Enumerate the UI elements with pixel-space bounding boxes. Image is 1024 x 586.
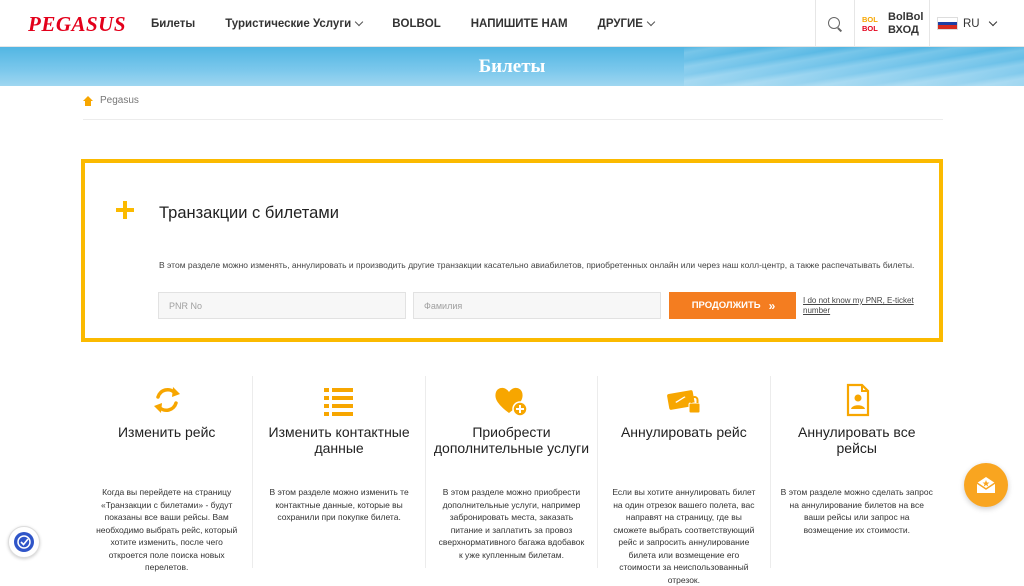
forgot-pnr-link[interactable]: I do not know my PNR, E-ticket number [803, 296, 928, 316]
russia-flag-icon [937, 17, 958, 30]
bolbol-logo-line2: BOL [862, 23, 878, 33]
feature-description: В этом разделе можно приобрести дополнит… [438, 487, 585, 560]
refresh-icon [153, 387, 180, 413]
feature-description: Когда вы перейдете на страницу «Транзакц… [96, 487, 238, 572]
heart-plus-icon [495, 387, 529, 417]
feature-change-flight[interactable]: Изменить рейс Когда вы перейдете на стра… [81, 376, 254, 572]
continue-button-label: ПРОДОЛЖИТЬ [691, 300, 761, 311]
nav-item-label: Туристические Услуги [225, 17, 352, 30]
language-label: RU [963, 17, 980, 30]
breadcrumb-divider [83, 119, 943, 120]
chat-button[interactable] [964, 463, 1008, 507]
ticket-lock-icon [666, 390, 701, 414]
feature-title: Приобрести дополнительные услуги [433, 424, 590, 456]
feature-title: Изменить рейс [117, 424, 216, 440]
main-nav: Билеты Туристические Услуги BOLBOL НАПИШ… [151, 0, 684, 47]
bolbol-label-line2: ВХОД [888, 23, 919, 36]
page-title: Билеты [478, 55, 546, 77]
search-icon [828, 16, 842, 31]
bolbol-logo-line1: BOL [862, 14, 878, 24]
language-selector[interactable]: RU [937, 0, 997, 47]
transactions-title: Транзакции с билетами [159, 204, 339, 222]
feature-grid: Изменить рейс Когда вы перейдете на стра… [81, 376, 943, 585]
chat-envelope-icon [976, 477, 996, 493]
continue-button[interactable]: ПРОДОЛЖИТЬ » [669, 292, 796, 319]
feature-cancel-all-flights[interactable]: Аннулировать все рейсы В этом разделе мо… [771, 376, 943, 568]
nav-item-label: Билеты [151, 17, 196, 30]
feature-description: В этом разделе можно изменить те контакт… [269, 487, 409, 522]
nav-item-tickets[interactable]: Билеты [151, 18, 195, 30]
nav-item-label: НАПИШИТЕ НАМ [470, 17, 568, 30]
pegasus-logo[interactable]: PEGASUS [28, 12, 126, 37]
feature-description: Если вы хотите аннулировать билет на оди… [612, 487, 756, 585]
bolbol-login-button[interactable]: BOL BOL BolBol ВХОД [855, 0, 930, 47]
pnr-input[interactable] [158, 292, 406, 319]
chevron-down-icon [646, 17, 656, 26]
home-icon[interactable] [83, 95, 93, 106]
feature-title: Изменить контактные данные [268, 424, 410, 456]
feature-title: Аннулировать рейс [620, 424, 747, 440]
bolbol-logo-icon: BOL BOL [862, 15, 882, 33]
document-person-icon [846, 383, 869, 417]
nav-item-label: ДРУГИЕ [597, 17, 643, 30]
transactions-description: В этом разделе можно изменять, аннулиров… [159, 260, 915, 270]
site-header: PEGASUS Билеты Туристические Услуги BOLB… [0, 0, 1024, 47]
search-button[interactable] [815, 0, 855, 47]
chevron-down-icon [354, 17, 364, 26]
chevron-down-icon [988, 17, 997, 26]
feature-description: В этом разделе можно сделать запрос на а… [780, 487, 933, 535]
breadcrumb: Pegasus [83, 95, 139, 106]
nav-item-tourist-services[interactable]: Туристические Услуги [225, 17, 364, 30]
accessibility-button[interactable] [8, 526, 40, 558]
feature-change-contact[interactable]: Изменить контактные данные В этом раздел… [253, 376, 426, 568]
nav-item-bolbol[interactable]: BOLBOL [392, 18, 441, 30]
surname-input[interactable] [413, 292, 661, 319]
bolbol-login-label: BolBol ВХОД [888, 11, 923, 37]
feature-extra-services[interactable]: Приобрести дополнительные услуги В этом … [426, 376, 599, 568]
feature-title: Аннулировать все рейсы [798, 424, 916, 456]
feature-cancel-flight[interactable]: Аннулировать рейс Если вы хотите аннулир… [598, 376, 771, 585]
page-banner: Билеты [0, 47, 1024, 86]
nav-item-contact[interactable]: НАПИШИТЕ НАМ [471, 18, 568, 30]
plus-icon [116, 201, 134, 219]
list-icon [324, 388, 354, 416]
ticket-transactions-panel: Транзакции с билетами В этом разделе мож… [81, 159, 943, 342]
nav-item-other[interactable]: ДРУГИЕ [597, 17, 656, 30]
bolbol-label-line1: BolBol [888, 10, 924, 23]
breadcrumb-item-pegasus[interactable]: Pegasus [100, 95, 139, 106]
double-chevron-right-icon: » [768, 298, 776, 313]
nav-item-label: BOLBOL [392, 17, 441, 30]
accessibility-icon [14, 532, 34, 552]
